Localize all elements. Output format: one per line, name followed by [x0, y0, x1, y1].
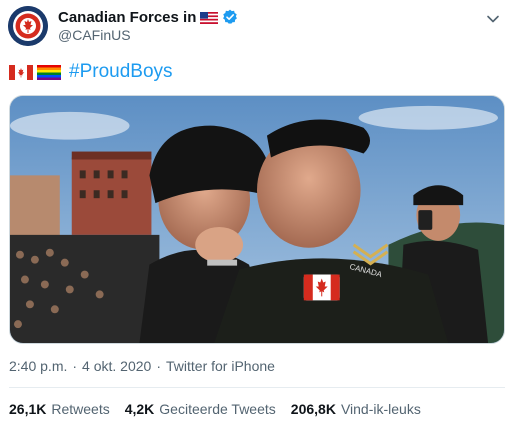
retweets-label: Retweets [51, 401, 110, 417]
user-handle[interactable]: @CAFinUS [58, 27, 131, 43]
likes-stat[interactable]: 206,8K Vind-ik-leuks [291, 401, 421, 417]
tweet-card: Canadian Forces in @CAFinUS #ProudBoys C… [0, 0, 512, 426]
likes-label: Vind-ik-leuks [340, 401, 421, 417]
tweet-photo[interactable]: CANADA [9, 95, 505, 344]
quotes-stat[interactable]: 4,2K Geciteerde Tweets [125, 401, 276, 417]
author-name-row[interactable]: Canadian Forces in [58, 8, 238, 26]
tweet-metadata: 2:40 p.m. · 4 okt. 2020 · Twitter for iP… [9, 358, 275, 374]
display-name[interactable]: Canadian Forces in [58, 9, 196, 26]
tweet-text: #ProudBoys [9, 60, 173, 84]
quotes-label: Geciteerde Tweets [159, 401, 276, 417]
rainbow-flag-icon [37, 64, 61, 80]
tweet-source[interactable]: Twitter for iPhone [166, 358, 275, 374]
engagement-stats: 26,1K Retweets 4,2K Geciteerde Tweets 20… [9, 401, 421, 417]
tweet-time[interactable]: 2:40 p.m. [9, 358, 67, 374]
likes-count: 206,8K [290, 401, 336, 417]
us-flag-icon [200, 11, 219, 24]
tweet-date[interactable]: 4 okt. 2020 [82, 358, 151, 374]
hashtag-link[interactable]: #ProudBoys [69, 61, 173, 83]
quotes-count: 4,2K [124, 401, 155, 417]
chevron-down-icon[interactable] [484, 10, 502, 28]
retweets-stat[interactable]: 26,1K Retweets [9, 401, 110, 417]
photo-image: CANADA [10, 96, 504, 343]
canada-flag-icon [9, 64, 33, 80]
meta-separator: · [72, 358, 78, 374]
verified-badge-icon [222, 9, 238, 25]
retweets-count: 26,1K [9, 401, 47, 417]
divider [9, 387, 505, 388]
canadian-forces-roundel-icon [8, 6, 48, 46]
avatar[interactable] [8, 6, 48, 46]
meta-separator: · [156, 358, 161, 374]
